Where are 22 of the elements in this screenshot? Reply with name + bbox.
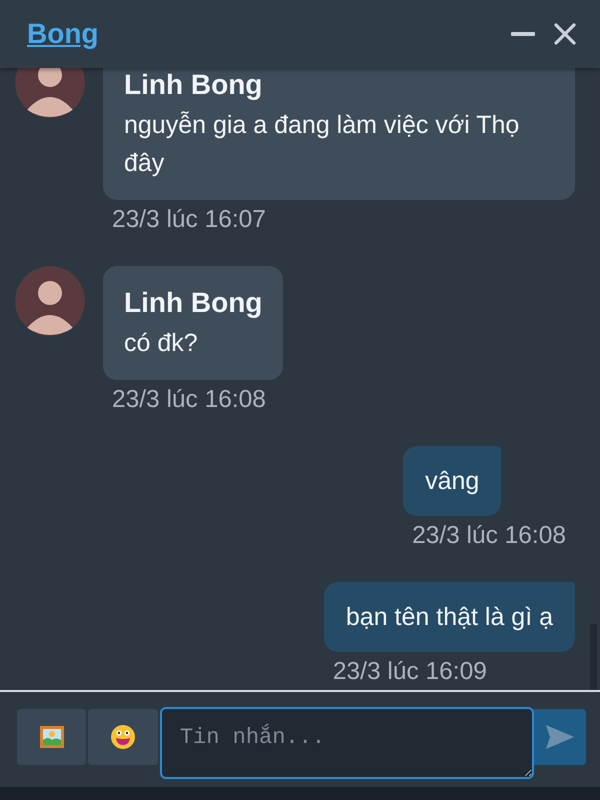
scrollbar[interactable] (590, 624, 597, 690)
emoji-button[interactable] (88, 709, 158, 765)
avatar-icon (15, 68, 85, 118)
timestamp: 23/3 lúc 16:08 (111, 385, 267, 414)
chat-title-link[interactable]: Bong (27, 13, 99, 55)
sender-name: Linh Bong (124, 288, 262, 318)
message-bubble: vâng (403, 446, 502, 516)
picture-frame-icon (38, 724, 65, 750)
timestamp: 23/3 lúc 16:07 (111, 205, 267, 234)
send-icon (544, 723, 576, 751)
timestamp: 23/3 lúc 16:09 (332, 657, 488, 686)
avatar-icon (15, 266, 85, 336)
message-bubble: bạn tên thật là gì ạ (324, 582, 575, 652)
image-button[interactable] (17, 709, 86, 765)
message-text: nguyễn gia a đang làm việc với Thọ đây (124, 110, 520, 179)
close-icon (553, 22, 577, 46)
message-input[interactable]: Tin nhắn... (160, 707, 534, 779)
sender-name: Linh Bong (124, 70, 264, 100)
smiley-icon (110, 724, 136, 750)
minimize-icon (511, 32, 535, 36)
timestamp: 23/3 lúc 16:08 (411, 521, 567, 550)
message-text: có đk? (124, 328, 199, 359)
